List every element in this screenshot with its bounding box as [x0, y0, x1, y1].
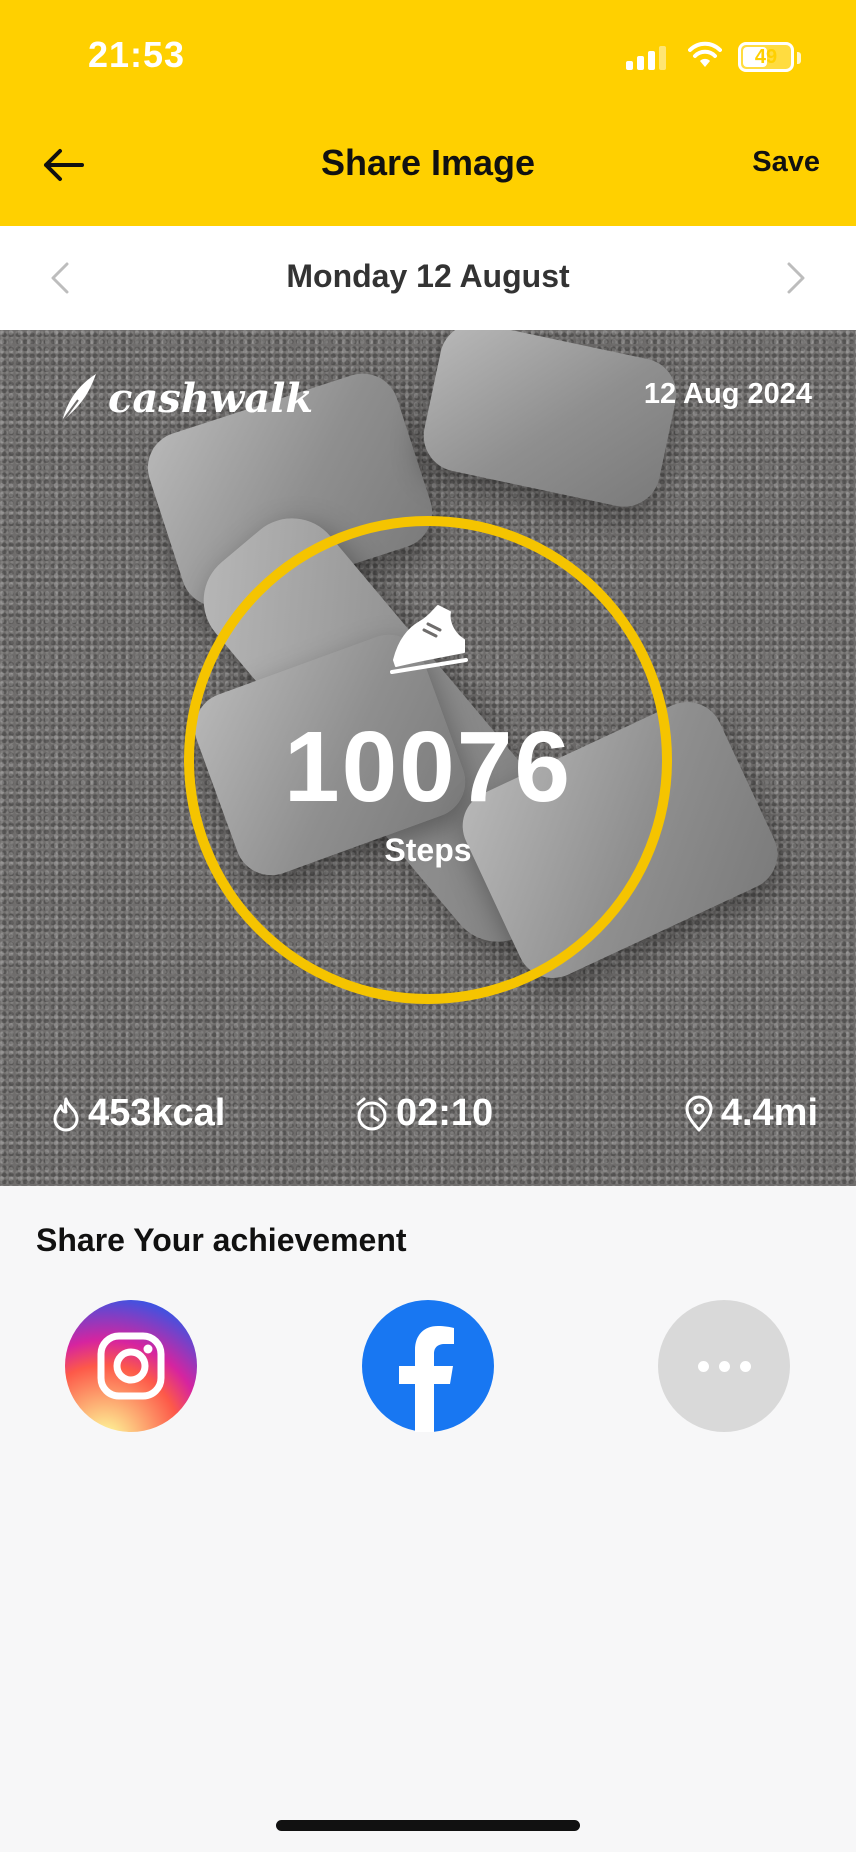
share-section-title: Share Your achievement	[36, 1222, 407, 1258]
brand-name: cashwalk	[108, 374, 314, 422]
distance-stat: 4.4mi	[683, 1092, 818, 1135]
cashwalk-logo: cashwalk	[56, 370, 313, 426]
app-header: 21:53 49 Share Image Save	[0, 0, 856, 226]
status-bar: 21:53 49	[0, 0, 856, 110]
more-icon	[697, 1360, 751, 1372]
calories-value: 453kcal	[88, 1092, 226, 1134]
share-more-button[interactable]	[658, 1300, 790, 1432]
status-time: 21:53	[88, 34, 186, 75]
page-title: Share Image	[320, 142, 536, 183]
share-instagram-button[interactable]	[65, 1300, 197, 1432]
duration-stat: 02:10	[354, 1092, 493, 1135]
share-facebook-button[interactable]	[362, 1300, 494, 1432]
home-indicator	[276, 1820, 580, 1831]
card-date: 12 Aug 2024	[643, 378, 812, 410]
save-button[interactable]: Save	[752, 146, 820, 179]
steps-value: 10076	[283, 711, 573, 823]
battery-cap	[797, 52, 801, 64]
shoe-icon	[390, 605, 468, 674]
location-pin-icon	[685, 1095, 713, 1131]
duration-value: 02:10	[396, 1092, 494, 1134]
date-label: Monday 12 August	[286, 258, 570, 294]
wifi-icon	[688, 41, 722, 67]
steps-label: Steps	[384, 832, 472, 868]
chevron-right-icon	[787, 262, 805, 294]
nav-bar: Share Image Save	[0, 120, 856, 210]
distance-value: 4.4mi	[720, 1092, 818, 1134]
flame-icon	[53, 1097, 79, 1131]
share-image-card: cashwalk 12 Aug 2024 10076 Steps 453kcal…	[0, 330, 856, 1186]
battery-level: 49	[754, 46, 778, 68]
feather-icon	[61, 374, 96, 423]
next-date-button[interactable]	[776, 256, 816, 300]
facebook-icon	[399, 1326, 454, 1432]
alarm-clock-icon	[356, 1097, 388, 1130]
calories-stat: 453kcal	[50, 1092, 225, 1135]
date-selector: Monday 12 August	[0, 226, 856, 330]
instagram-icon	[97, 1332, 165, 1400]
cellular-signal-icon	[626, 44, 666, 70]
battery-icon: 49	[738, 42, 794, 72]
